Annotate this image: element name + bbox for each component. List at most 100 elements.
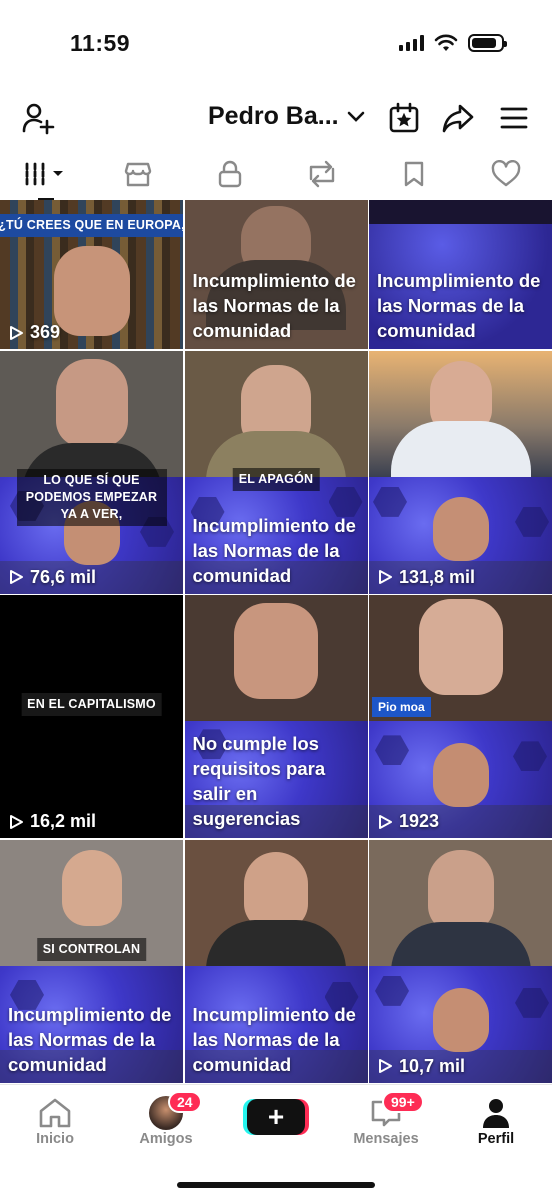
view-count: 16,2 mil bbox=[8, 811, 96, 832]
view-count: 10,7 mil bbox=[377, 1056, 465, 1077]
speaker-face bbox=[234, 603, 318, 699]
tab-reposts[interactable] bbox=[276, 148, 368, 200]
video-grid: ¿TÚ CREES QUE EN EUROPA, 369 Incumplimie… bbox=[0, 200, 552, 1084]
menu-button[interactable] bbox=[494, 98, 534, 138]
speaker-face bbox=[432, 987, 489, 1052]
video-thumbnail[interactable]: EL APAGÓN Incumplimiento de las Normas d… bbox=[184, 350, 368, 594]
profile-tabs bbox=[0, 148, 552, 200]
video-top-frame bbox=[184, 350, 368, 501]
video-caption: EL APAGÓN bbox=[232, 467, 320, 491]
content-violation-notice: Incumplimiento de las Normas de la comun… bbox=[192, 514, 356, 586]
share-arrow-icon bbox=[442, 104, 474, 133]
inbox-badge: 99+ bbox=[382, 1091, 424, 1113]
speaker-face bbox=[432, 743, 489, 808]
view-count-value: 16,2 mil bbox=[30, 811, 97, 831]
play-icon bbox=[10, 325, 23, 340]
video-top-frame bbox=[184, 595, 368, 722]
video-thumbnail[interactable]: Incumplimiento de las Normas de la comun… bbox=[184, 200, 368, 349]
speaker-face bbox=[55, 358, 128, 447]
name-label: Pio moa bbox=[372, 697, 431, 717]
friends-badge: 24 bbox=[168, 1091, 202, 1113]
lock-icon bbox=[218, 160, 242, 188]
repost-icon bbox=[309, 160, 335, 188]
video-thumbnail[interactable]: No cumple los requisitos para salir en s… bbox=[184, 595, 368, 838]
battery-icon bbox=[468, 34, 507, 52]
profile-switcher[interactable]: Pedro Ba... bbox=[208, 102, 365, 131]
status-bar: 11:59 bbox=[0, 0, 552, 90]
speaker-face bbox=[53, 246, 130, 336]
nav-inbox[interactable]: 99+ Mensajes bbox=[336, 1091, 436, 1147]
speaker-face bbox=[432, 496, 489, 561]
tab-shop[interactable] bbox=[92, 148, 184, 200]
hamburger-menu-icon bbox=[500, 107, 528, 129]
play-icon bbox=[379, 814, 392, 829]
video-caption: EN EL CAPITALISMO bbox=[21, 693, 162, 716]
nav-inbox-label: Mensajes bbox=[353, 1131, 419, 1147]
tab-videos[interactable] bbox=[0, 148, 92, 200]
video-thumbnail[interactable]: 10,7 mil bbox=[369, 839, 552, 1083]
events-button[interactable] bbox=[384, 98, 424, 138]
play-icon bbox=[10, 814, 23, 829]
video-top-frame bbox=[369, 350, 552, 491]
grid-icon bbox=[25, 162, 63, 186]
video-thumbnail[interactable]: Incumplimiento de las Normas de la comun… bbox=[369, 200, 552, 349]
view-count-value: 369 bbox=[30, 322, 61, 342]
nav-friends-label: Amigos bbox=[139, 1131, 193, 1147]
content-violation-notice: Incumplimiento de las Normas de la comun… bbox=[8, 1003, 172, 1075]
view-count-value: 76,6 mil bbox=[30, 566, 97, 587]
nav-home-label: Inicio bbox=[36, 1131, 74, 1147]
nav-home[interactable]: Inicio bbox=[5, 1095, 105, 1147]
play-icon bbox=[379, 1059, 392, 1073]
tab-private[interactable] bbox=[184, 148, 276, 200]
view-count: 131,8 mil bbox=[377, 567, 475, 588]
video-thumbnail[interactable]: Incumplimiento de las Normas de la comun… bbox=[184, 839, 368, 1083]
tab-liked[interactable] bbox=[460, 148, 552, 200]
bottom-nav: Inicio 24 Amigos + 99+ Mensajes Perfil bbox=[0, 1084, 552, 1200]
content-violation-notice: Incumplimiento de las Normas de la comun… bbox=[192, 270, 356, 341]
view-count-value: 10,7 mil bbox=[399, 1055, 466, 1076]
tab-favorites[interactable] bbox=[368, 148, 460, 200]
hexagon-decoration bbox=[375, 975, 409, 1006]
profile-header: Pedro Ba... bbox=[0, 90, 552, 148]
calendar-star-icon bbox=[389, 102, 419, 133]
hexagon-decoration bbox=[375, 735, 409, 766]
share-profile-button[interactable] bbox=[438, 98, 478, 138]
video-top-frame bbox=[0, 350, 183, 513]
video-caption: LO QUE SÍ QUE PODEMOS EMPEZAR YA A VER, bbox=[16, 468, 167, 526]
video-thumbnail[interactable]: EN EL CAPITALISMO 16,2 mil bbox=[0, 595, 183, 838]
play-icon bbox=[10, 570, 23, 584]
wifi-icon bbox=[434, 34, 458, 51]
profile-icon bbox=[483, 1099, 509, 1128]
top-band bbox=[369, 200, 552, 224]
add-friend-button[interactable] bbox=[18, 98, 58, 138]
video-thumbnail[interactable]: Pio moa 1923 bbox=[369, 595, 552, 838]
nav-profile[interactable]: Perfil bbox=[446, 1095, 546, 1147]
video-thumbnail[interactable]: 131,8 mil bbox=[369, 350, 552, 594]
video-top-frame bbox=[369, 839, 552, 992]
shop-icon bbox=[124, 162, 152, 187]
view-count-value: 131,8 mil bbox=[399, 566, 476, 587]
video-thumbnail[interactable]: ¿TÚ CREES QUE EN EUROPA, 369 bbox=[0, 200, 183, 349]
view-count-value: 1923 bbox=[399, 811, 440, 831]
video-thumbnail[interactable]: LO QUE SÍ QUE PODEMOS EMPEZAR YA A VER, … bbox=[0, 350, 183, 594]
video-caption: ¿TÚ CREES QUE EN EUROPA, bbox=[0, 214, 183, 237]
video-top-frame bbox=[184, 839, 368, 990]
hexagon-decoration bbox=[373, 486, 407, 517]
content-violation-notice: Incumplimiento de las Normas de la comun… bbox=[192, 1003, 356, 1075]
nav-friends[interactable]: 24 Amigos bbox=[116, 1091, 216, 1147]
status-icons bbox=[399, 34, 507, 52]
hexagon-decoration bbox=[515, 987, 549, 1018]
create-button[interactable]: + bbox=[247, 1099, 305, 1135]
video-caption: SI CONTROLAN bbox=[36, 937, 147, 961]
hexagon-decoration bbox=[515, 506, 549, 537]
content-violation-notice: Incumplimiento de las Normas de la comun… bbox=[377, 270, 541, 341]
chevron-down-icon bbox=[347, 111, 364, 122]
nav-profile-label: Perfil bbox=[477, 1131, 515, 1147]
speaker-face bbox=[244, 851, 308, 930]
speaker-face bbox=[418, 599, 503, 695]
add-user-icon bbox=[22, 103, 55, 135]
hexagon-decoration bbox=[513, 741, 547, 772]
video-thumbnail[interactable]: SI CONTROLAN Incumplimiento de las Norma… bbox=[0, 839, 183, 1083]
view-count: 369 bbox=[8, 322, 60, 343]
status-time: 11:59 bbox=[70, 30, 131, 56]
